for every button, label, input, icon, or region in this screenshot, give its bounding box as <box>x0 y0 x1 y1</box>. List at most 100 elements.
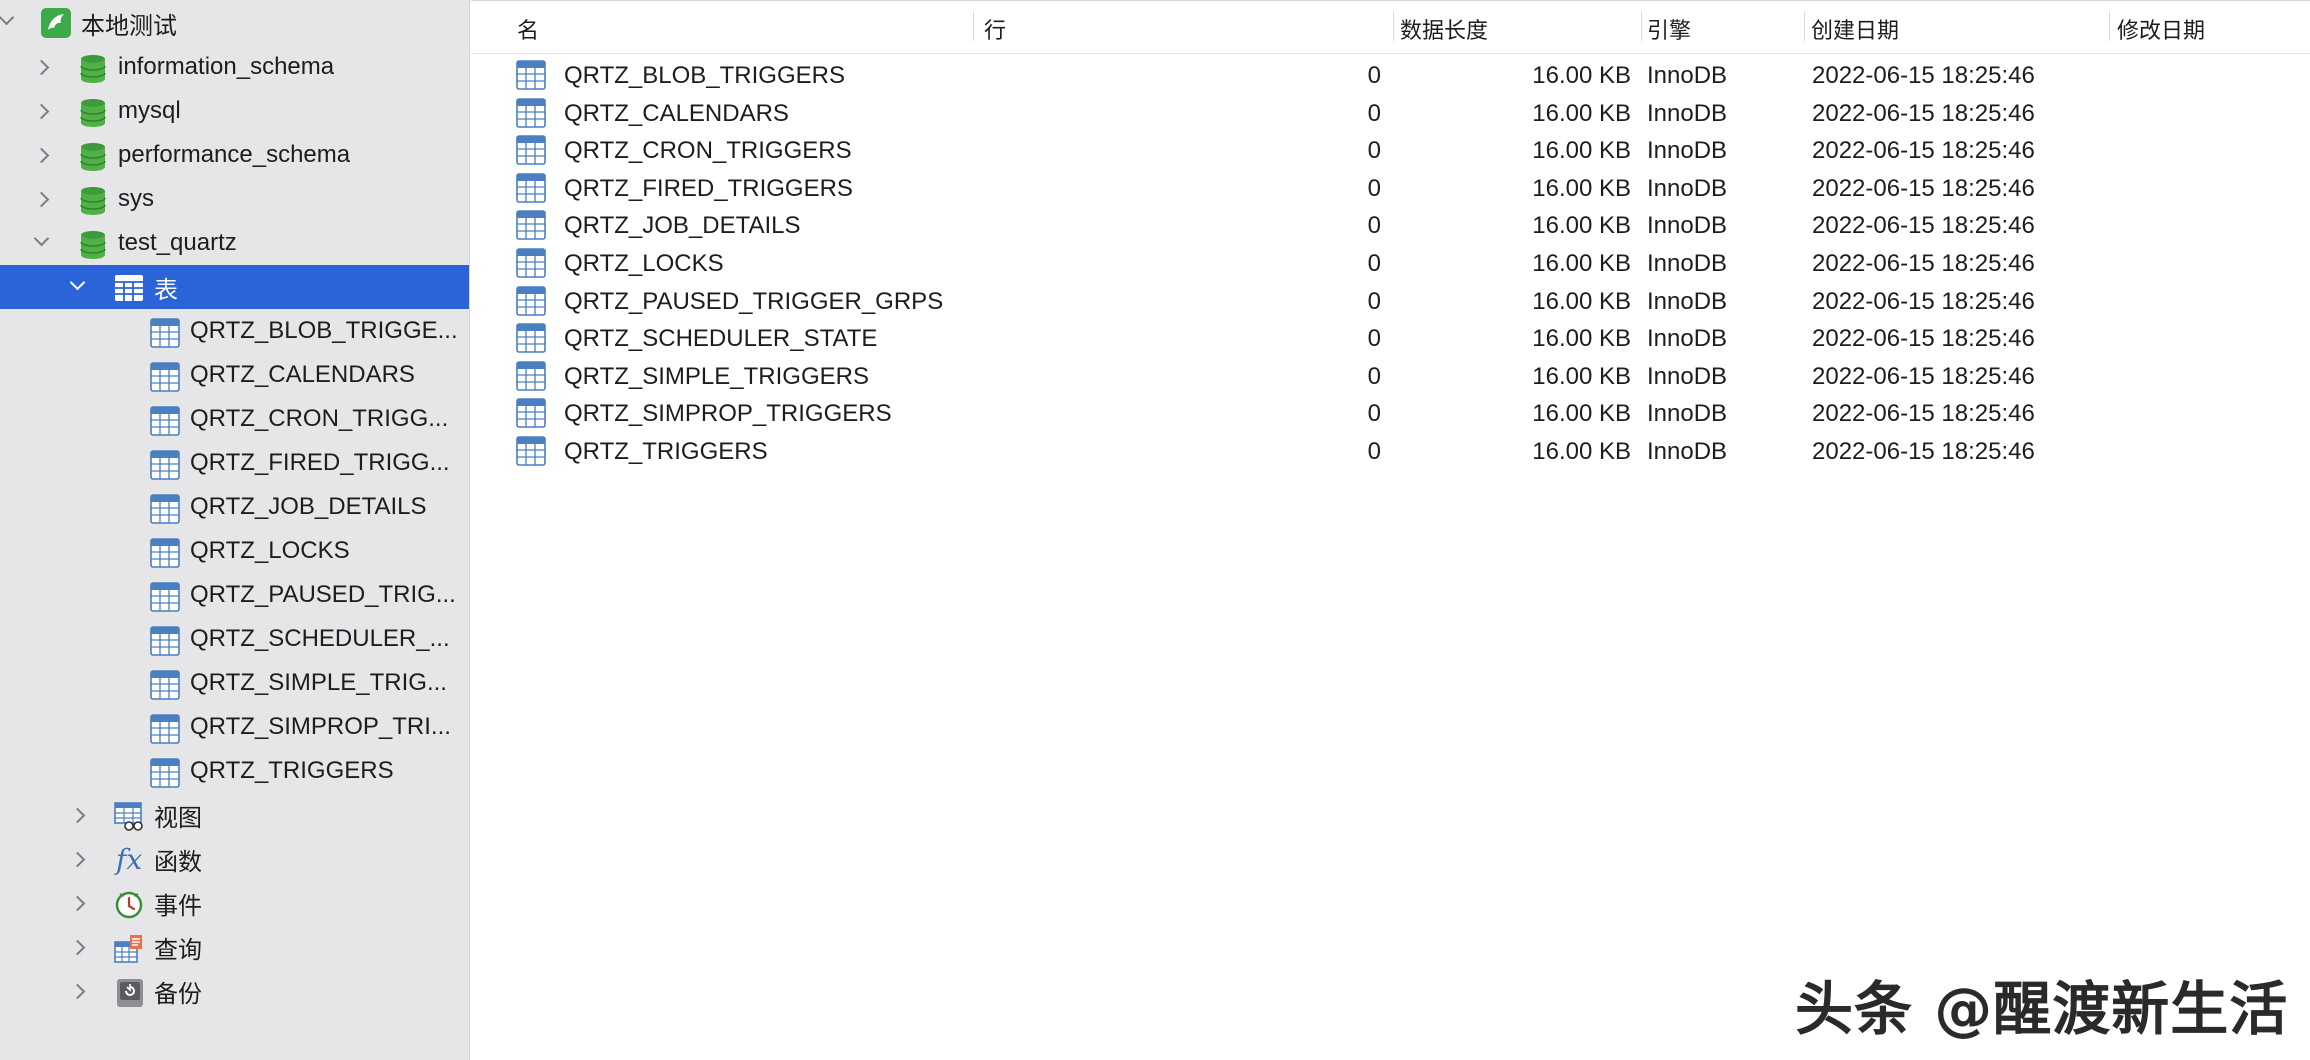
event-clock-icon <box>114 890 143 919</box>
chevron-right-icon[interactable] <box>33 103 50 120</box>
chevron-right-icon[interactable] <box>69 983 86 1000</box>
views-group-label: 视图 <box>154 804 202 832</box>
table-row[interactable]: QRTZ_LOCKS 0 16.00 KB InnoDB 2022-06-15 18:2… <box>471 245 2310 283</box>
cell-name: QRTZ_SIMPROP_TRIGGERS <box>564 400 892 428</box>
database-item-sys[interactable]: sys <box>0 177 469 221</box>
cell-name: QRTZ_FIRED_TRIGGERS <box>564 174 853 202</box>
sidebar-table-item[interactable]: QRTZ_SCHEDULER_... <box>0 617 469 661</box>
table-icon <box>150 670 180 700</box>
chevron-down-icon[interactable] <box>0 9 15 26</box>
table-group-icon <box>114 274 143 302</box>
table-row[interactable]: QRTZ_SIMPROP_TRIGGERS 0 16.00 KB InnoDB 2022… <box>471 395 2310 433</box>
chevron-right-icon[interactable] <box>69 895 86 912</box>
chevron-down-icon[interactable] <box>33 230 50 247</box>
chevron-right-icon[interactable] <box>33 147 50 164</box>
cell-name: QRTZ_CRON_TRIGGERS <box>564 137 852 165</box>
cell-engine: InnoDB <box>1647 287 1728 315</box>
table-row[interactable]: QRTZ_JOB_DETAILS 0 16.00 KB InnoDB 2022-06-1… <box>471 207 2310 245</box>
table-icon <box>150 362 180 392</box>
column-divider[interactable] <box>1393 11 1394 41</box>
database-label: performance_schema <box>118 141 351 168</box>
table-row[interactable]: QRTZ_PAUSED_TRIGGER_GRPS 0 16.00 KB InnoDB 2… <box>471 283 2310 321</box>
table-row[interactable]: QRTZ_TRIGGERS 0 16.00 KB InnoDB 2022-06-15 1… <box>471 433 2310 471</box>
chevron-right-icon[interactable] <box>69 807 86 824</box>
function-icon: fx <box>116 843 143 876</box>
cell-engine: InnoDB <box>1647 250 1728 277</box>
table-row[interactable]: QRTZ_BLOB_TRIGGERS 0 16.00 KB InnoDB 2022-06… <box>471 57 2310 95</box>
cell-rows: 0 <box>1367 99 1381 127</box>
cell-engine: InnoDB <box>1647 62 1728 89</box>
table-icon <box>516 97 548 130</box>
functions-group-item[interactable]: fx 函数 <box>0 837 469 881</box>
sidebar-table-item[interactable]: QRTZ_SIMPLE_TRIG... <box>0 661 469 705</box>
sidebar-table-label: QRTZ_BLOB_TRIGGE... <box>190 317 458 344</box>
column-divider[interactable] <box>1641 11 1642 41</box>
cell-created: 2022-06-15 18:25:46 <box>1812 174 2035 202</box>
events-group-item[interactable]: 事件 <box>0 881 469 925</box>
cell-data-length: 16.00 KB <box>1532 62 1631 89</box>
sidebar-table-item[interactable]: QRTZ_SIMPROP_TRI... <box>0 705 469 749</box>
table-row[interactable]: QRTZ_CRON_TRIGGERS 0 16.00 KB InnoDB 2022-06… <box>471 132 2310 170</box>
column-divider[interactable] <box>973 11 974 41</box>
column-header-created[interactable]: 创建日期 <box>1811 13 1899 45</box>
table-icon <box>150 582 180 612</box>
table-icon <box>516 398 548 430</box>
sidebar-table-item[interactable]: QRTZ_CRON_TRIGG... <box>0 397 469 441</box>
sidebar-table-item[interactable]: QRTZ_PAUSED_TRIG... <box>0 573 469 617</box>
table-icon <box>150 318 180 348</box>
database-item-information-schema[interactable]: information_schema <box>0 45 469 89</box>
chevron-right-icon[interactable] <box>33 191 50 208</box>
column-header-modified[interactable]: 修改日期 <box>2117 13 2205 45</box>
object-table-panel: 名 行 数据长度 引擎 创建日期 修改日期 QRTZ_BLOB_TRIGGERS… <box>471 0 2310 1060</box>
cell-name: QRTZ_PAUSED_TRIGGER_GRPS <box>564 287 944 315</box>
database-item-mysql[interactable]: mysql <box>0 89 469 133</box>
cell-rows: 0 <box>1367 400 1381 428</box>
table-icon <box>516 60 548 92</box>
sidebar-table-label: QRTZ_LOCKS <box>190 537 350 564</box>
column-header-data-length[interactable]: 数据长度 <box>1400 13 1488 45</box>
navigation-sidebar: 本地测试 information_schema mysql performanc… <box>0 0 470 1060</box>
sidebar-table-item[interactable]: QRTZ_CALENDARS <box>0 353 469 397</box>
column-header-rows[interactable]: 行 <box>984 13 1006 45</box>
column-divider[interactable] <box>1804 11 1805 41</box>
sidebar-table-item[interactable]: QRTZ_TRIGGERS <box>0 749 469 793</box>
column-divider[interactable] <box>2109 11 2110 41</box>
cell-engine: InnoDB <box>1647 438 1728 465</box>
view-icon <box>114 802 143 831</box>
sidebar-table-item[interactable]: QRTZ_JOB_DETAILS <box>0 485 469 529</box>
table-icon <box>150 538 180 568</box>
cell-rows: 0 <box>1367 325 1381 353</box>
sidebar-table-item[interactable]: QRTZ_FIRED_TRIGG... <box>0 441 469 485</box>
database-item-test-quartz[interactable]: test_quartz <box>0 221 469 265</box>
sidebar-table-item[interactable]: QRTZ_BLOB_TRIGGE... <box>0 309 469 353</box>
queries-group-item[interactable]: 查询 <box>0 925 469 969</box>
backups-group-item[interactable]: 备份 <box>0 969 469 1013</box>
watermark-text: 头条 @醒渡新生活 <box>1795 975 2289 1043</box>
cell-rows: 0 <box>1367 287 1381 315</box>
table-icon <box>150 406 180 436</box>
table-row[interactable]: QRTZ_SIMPLE_TRIGGERS 0 16.00 KB InnoDB 2022-… <box>471 358 2310 396</box>
table-row[interactable]: QRTZ_FIRED_TRIGGERS 0 16.00 KB InnoDB 2022-0… <box>471 170 2310 208</box>
cell-created: 2022-06-15 18:25:46 <box>1812 287 2035 315</box>
tables-group-item[interactable]: 表 <box>0 265 469 309</box>
cell-data-length: 16.00 KB <box>1532 325 1631 353</box>
chevron-right-icon[interactable] <box>69 851 86 868</box>
table-row[interactable]: QRTZ_CALENDARS 0 16.00 KB InnoDB 2022-06-15 … <box>471 95 2310 133</box>
views-group-item[interactable]: 视图 <box>0 793 469 837</box>
cell-engine: InnoDB <box>1647 99 1728 127</box>
sidebar-table-item[interactable]: QRTZ_LOCKS <box>0 529 469 573</box>
chevron-down-icon[interactable] <box>69 274 86 291</box>
column-header-name[interactable]: 名 <box>517 13 539 45</box>
chevron-right-icon[interactable] <box>69 939 86 956</box>
table-icon <box>516 323 548 355</box>
table-icon <box>516 135 548 167</box>
table-row[interactable]: QRTZ_SCHEDULER_STATE 0 16.00 KB InnoDB 2022-… <box>471 320 2310 358</box>
database-icon <box>80 186 108 215</box>
database-item-performance-schema[interactable]: performance_schema <box>0 133 469 177</box>
cell-engine: InnoDB <box>1647 400 1728 428</box>
cell-rows: 0 <box>1367 212 1381 240</box>
column-header-engine[interactable]: 引擎 <box>1647 13 1691 45</box>
chevron-right-icon[interactable] <box>33 59 50 76</box>
connection-item[interactable]: 本地测试 <box>0 1 469 45</box>
sidebar-table-label: QRTZ_SCHEDULER_... <box>190 625 450 652</box>
